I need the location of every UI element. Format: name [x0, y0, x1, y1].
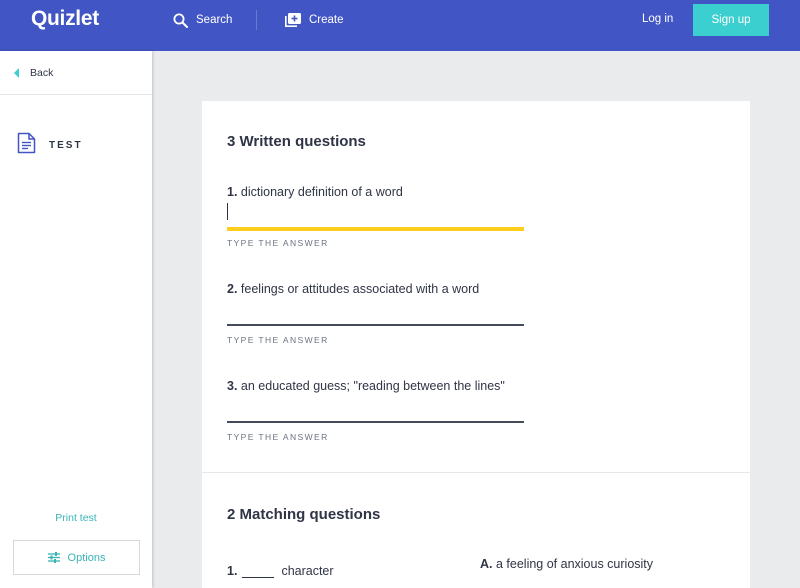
matching-blank-input[interactable] — [242, 564, 275, 578]
nav-divider — [256, 10, 257, 30]
answer-input-3[interactable] — [227, 421, 524, 423]
question-number: 2. — [227, 282, 238, 296]
sidebar-item-test[interactable]: TEST — [17, 132, 83, 159]
written-question-2: 2. feelings or attitudes associated with… — [227, 282, 479, 296]
search-icon — [173, 13, 188, 28]
written-question-1: 1. dictionary definition of a word — [227, 185, 403, 199]
create-label: Create — [309, 14, 344, 26]
answer-text: a feeling of anxious curiosity — [495, 557, 654, 571]
text-caret — [227, 203, 228, 220]
question-text: dictionary definition of a word — [240, 185, 403, 199]
back-arrow-icon — [14, 68, 19, 78]
question-text: an educated guess; "reading between the … — [240, 379, 505, 393]
matching-question-1: 1. character — [227, 564, 334, 578]
print-test-link[interactable]: Print test — [0, 512, 152, 524]
answer-input-2[interactable] — [227, 324, 524, 326]
signup-button[interactable]: Sign up — [693, 4, 769, 36]
answer-hint-2: TYPE THE ANSWER — [227, 335, 329, 345]
written-question-3: 3. an educated guess; "reading between t… — [227, 379, 505, 393]
section-divider — [202, 472, 750, 473]
question-text: character — [281, 564, 334, 578]
question-number: 1. — [227, 185, 238, 199]
quizlet-logo[interactable]: Quizlet — [31, 7, 99, 31]
matching-answer-a: A. a feeling of anxious curiosity — [480, 557, 653, 571]
question-number: 3. — [227, 379, 238, 393]
answer-hint-3: TYPE THE ANSWER — [227, 432, 329, 442]
options-button[interactable]: Options — [13, 540, 140, 575]
document-icon — [17, 132, 36, 159]
test-card: 3 Written questions 1. dictionary defini… — [202, 101, 750, 588]
question-text: feelings or attitudes associated with a … — [240, 282, 480, 296]
create-button[interactable]: Create — [285, 11, 344, 29]
matching-section-title: 2 Matching questions — [227, 506, 381, 523]
question-number: 1. — [227, 564, 238, 578]
back-label: Back — [30, 67, 54, 79]
search-label: Search — [196, 14, 233, 26]
search-button[interactable]: Search — [173, 11, 232, 29]
answer-input-1[interactable] — [227, 227, 524, 231]
sidebar: Back TEST Print test Options — [0, 51, 152, 588]
sliders-icon — [47, 552, 60, 563]
create-icon — [285, 13, 301, 27]
sidebar-item-label: TEST — [49, 140, 83, 151]
answer-letter: A. — [480, 557, 493, 571]
options-label: Options — [67, 551, 106, 564]
answer-hint-1: TYPE THE ANSWER — [227, 238, 329, 248]
sidebar-divider — [0, 94, 152, 95]
back-button[interactable]: Back — [14, 67, 53, 79]
top-nav-bar: Quizlet Search Create Log in Sign up — [0, 0, 800, 51]
written-section-title: 3 Written questions — [227, 133, 366, 150]
login-link[interactable]: Log in — [642, 13, 673, 25]
